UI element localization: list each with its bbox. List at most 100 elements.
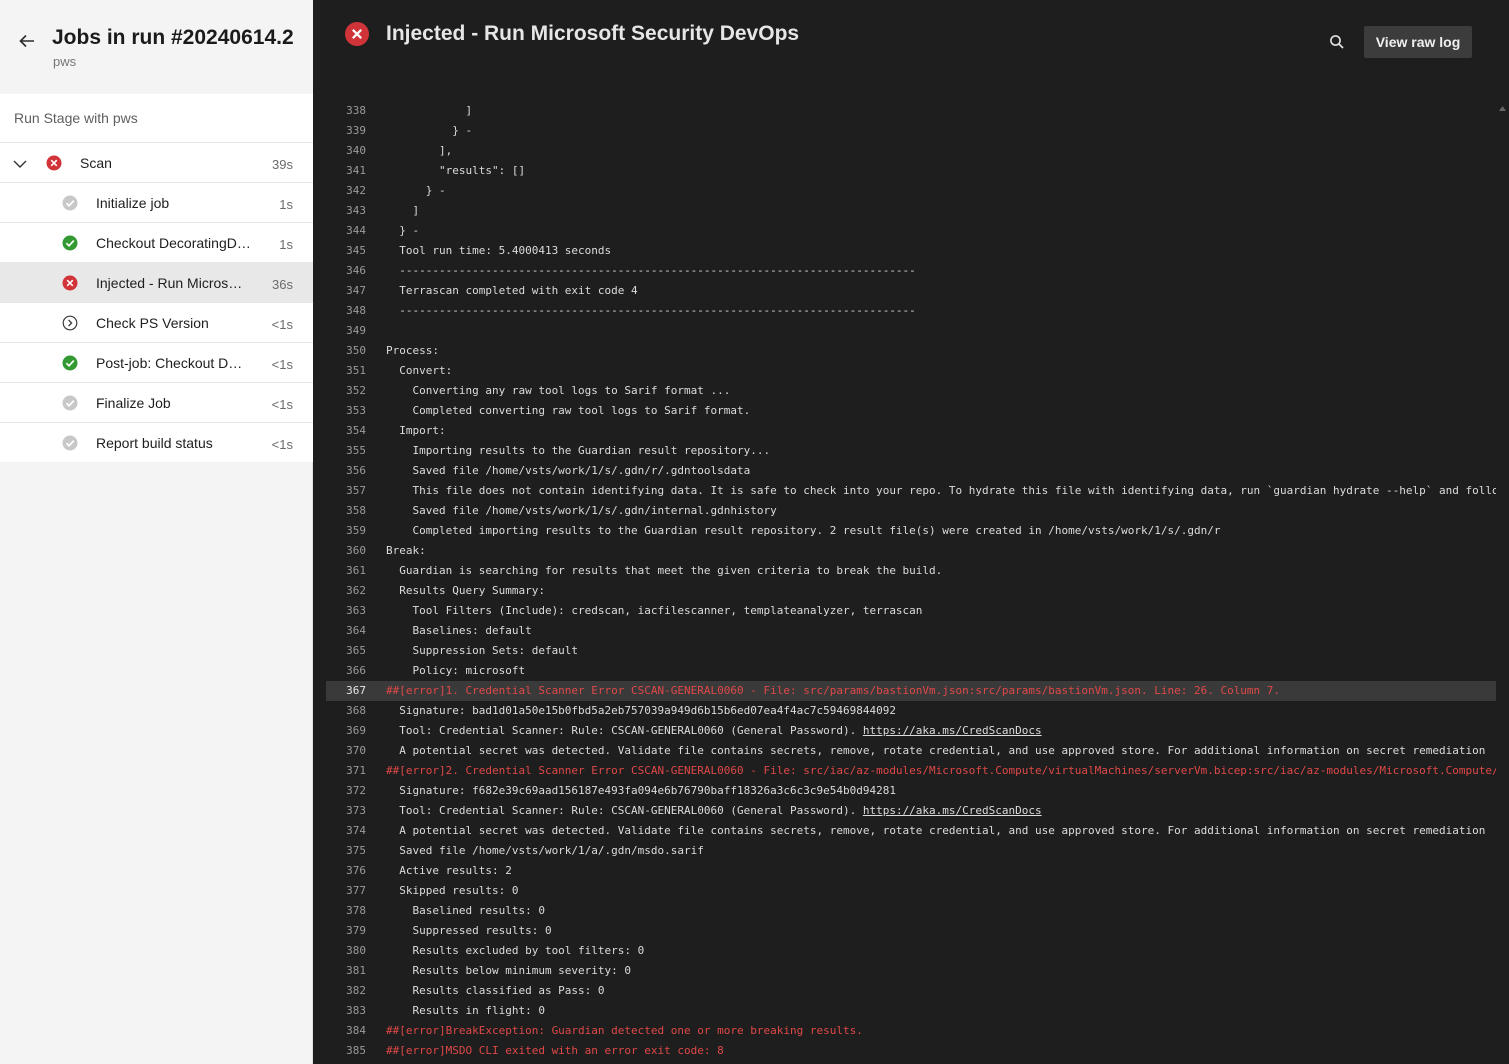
log-line: 350 Process: [326, 341, 1496, 361]
line-text: Completed converting raw tool logs to Sa… [386, 404, 751, 417]
line-number: 352 [346, 384, 366, 397]
step-row[interactable]: Injected - Run Micros… 36s [0, 262, 313, 302]
log-line: 357 This file does not contain identifyi… [326, 481, 1496, 501]
log-line: 341 "results": [] [326, 161, 1496, 181]
line-text: This file does not contain identifying d… [386, 484, 1496, 497]
log-line: 345 Tool run time: 5.4000413 seconds [326, 241, 1496, 261]
line-text: ##[error]1. Credential Scanner Error CSC… [386, 684, 1281, 697]
line-text: Tool: Credential Scanner: Rule: CSCAN-GE… [386, 804, 1042, 817]
line-number: 380 [346, 944, 366, 957]
log-line: 363 Tool Filters (Include): credscan, ia… [326, 601, 1496, 621]
log-line: 354 Import: [326, 421, 1496, 441]
log-line: 352 Converting any raw tool logs to Sari… [326, 381, 1496, 401]
step-duration: 36s [272, 277, 293, 292]
step-row[interactable]: Checkout DecoratingD… 1s [0, 222, 313, 262]
job-row-scan[interactable]: Scan 39s [0, 142, 313, 182]
log-error-line: 367 ##[error]1. Credential Scanner Error … [326, 681, 1496, 701]
step-duration: <1s [271, 357, 293, 372]
log-line: 372 Signature: f682e39c69aad156187e493fa… [326, 781, 1496, 801]
line-number: 339 [346, 124, 366, 137]
log-line: 344 } - [326, 221, 1496, 241]
step-label: Checkout DecoratingD… [96, 235, 251, 251]
line-number: 365 [346, 644, 366, 657]
line-text: Results classified as Pass: 0 [386, 984, 605, 997]
line-text: } - [386, 224, 420, 237]
line-text: ##[error]BreakException: Guardian detect… [386, 1024, 863, 1037]
log-content: 338 ] 339 } -340 ], 341 "results": [] 342 }… [314, 101, 1496, 1064]
step-row[interactable]: Report build status <1s [0, 422, 313, 462]
step-duration: 1s [279, 197, 293, 212]
search-icon[interactable] [1328, 33, 1346, 51]
line-number: 358 [346, 504, 366, 517]
docs-link[interactable]: https://aka.ms/CredScanDocs [863, 724, 1042, 737]
line-number: 355 [346, 444, 366, 457]
line-number: 343 [346, 204, 366, 217]
line-number: 370 [346, 744, 366, 757]
job-label: Scan [80, 155, 112, 171]
line-text: Results below minimum severity: 0 [386, 964, 632, 977]
log-error-line: 385 ##[error]MSDO CLI exited with an erro… [326, 1041, 1496, 1061]
line-number: 353 [346, 404, 366, 417]
log-line: 378 Baselined results: 0 [326, 901, 1496, 921]
line-text: "results": [] [386, 164, 526, 177]
log-line: 364 Baselines: default [326, 621, 1496, 641]
scrollbar[interactable] [1496, 101, 1509, 1064]
view-raw-log-button[interactable]: View raw log [1364, 26, 1472, 58]
line-text: Converting any raw tool logs to Sarif fo… [386, 384, 731, 397]
line-text: Saved file /home/vsts/work/1/s/.gdn/inte… [386, 504, 777, 517]
log-line: 380 Results excluded by tool filters: 0 [326, 941, 1496, 961]
step-duration: <1s [271, 317, 293, 332]
line-number: 350 [346, 344, 366, 357]
back-button[interactable] [14, 28, 40, 54]
log-header: Injected - Run Microsoft Security DevOps… [314, 0, 1509, 92]
line-number: 346 [346, 264, 366, 277]
log-line: 343 ] [326, 201, 1496, 221]
line-number: 356 [346, 464, 366, 477]
chevron-down-icon[interactable] [12, 156, 28, 172]
log-line: 373 Tool: Credential Scanner: Rule: CSCA… [326, 801, 1496, 821]
log-line: 358 Saved file /home/vsts/work/1/s/.gdn/… [326, 501, 1496, 521]
docs-link[interactable]: https://aka.ms/CredScanDocs [863, 804, 1042, 817]
line-number: 345 [346, 244, 366, 257]
line-number: 378 [346, 904, 366, 917]
step-row[interactable]: Initialize job 1s [0, 182, 313, 222]
line-text: A potential secret was detected. Validat… [386, 744, 1486, 757]
line-number: 364 [346, 624, 366, 637]
line-number: 340 [346, 144, 366, 157]
line-text: ] [386, 104, 473, 117]
line-number: 361 [346, 564, 366, 577]
log-error-line: 384 ##[error]BreakException: Guardian det… [326, 1021, 1496, 1041]
job-list: Run Stage with pws Scan 39s Initialize j… [0, 94, 313, 462]
step-label: Finalize Job [96, 395, 171, 411]
step-row[interactable]: Post-job: Checkout D… <1s [0, 342, 313, 382]
page-title: Jobs in run #20240614.2 [52, 26, 294, 49]
line-number: 372 [346, 784, 366, 797]
pipeline-name: pws [53, 54, 77, 69]
error-icon [345, 22, 369, 46]
step-row[interactable]: Check PS Version <1s [0, 302, 313, 342]
log-line: 355 Importing results to the Guardian re… [326, 441, 1496, 461]
log-line: 340 ], [326, 141, 1496, 161]
line-number: 354 [346, 424, 366, 437]
line-number: 374 [346, 824, 366, 837]
step-duration: <1s [271, 437, 293, 452]
skipped-check-icon [62, 435, 78, 451]
log-line: 383 Results in flight: 0 [326, 1001, 1496, 1021]
line-text: Baselines: default [386, 624, 532, 637]
line-number: 382 [346, 984, 366, 997]
line-text: Results excluded by tool filters: 0 [386, 944, 645, 957]
line-text: Tool run time: 5.4000413 seconds [386, 244, 612, 257]
line-number: 360 [346, 544, 366, 557]
step-label: Report build status [96, 435, 213, 451]
arrow-left-icon [19, 34, 34, 48]
log-line: 365 Suppression Sets: default [326, 641, 1496, 661]
line-number: 373 [346, 804, 366, 817]
job-duration: 39s [272, 157, 293, 172]
log-line: 379 Suppressed results: 0 [326, 921, 1496, 941]
line-number: 342 [346, 184, 366, 197]
step-row[interactable]: Finalize Job <1s [0, 382, 313, 422]
log-line: 349 [326, 321, 1496, 341]
log-line: 382 Results classified as Pass: 0 [326, 981, 1496, 1001]
log-line: 375 Saved file /home/vsts/work/1/a/.gdn/… [326, 841, 1496, 861]
line-number: 369 [346, 724, 366, 737]
